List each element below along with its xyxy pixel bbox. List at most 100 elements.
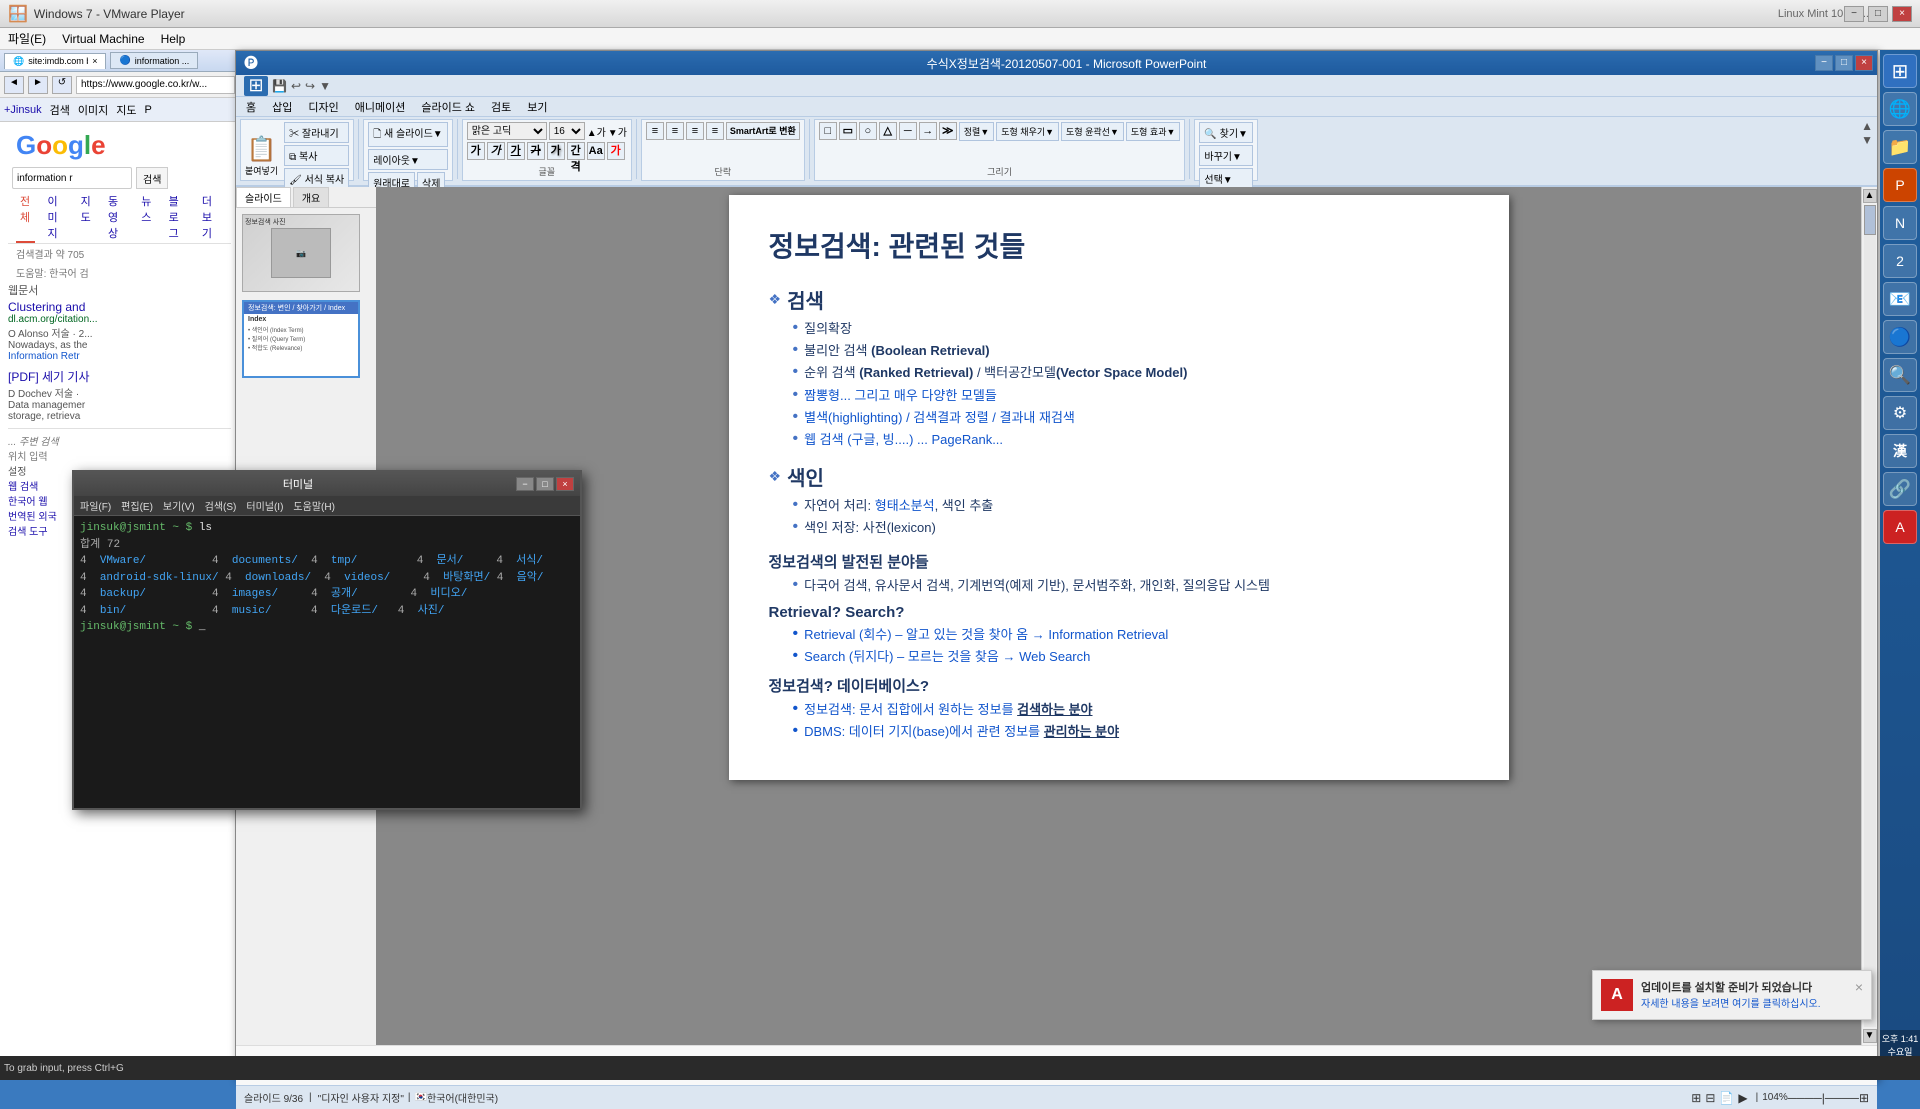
taskbar-search-icon[interactable]: 🔍 [1883,358,1917,392]
term-menu-file[interactable]: 파일(F) [80,498,111,513]
slides-tab[interactable]: 슬라이드 [236,187,291,207]
taskbar-n-icon[interactable]: N [1883,206,1917,240]
term-menu-view[interactable]: 보기(V) [163,498,195,513]
spacing-button[interactable]: 간격 [567,142,585,160]
scrollbar-down[interactable]: ▼ [1863,1029,1877,1043]
taskbar-acrobat[interactable]: A [1883,510,1917,544]
vmware-menu-file[interactable]: 파일(E) [8,30,46,47]
ppt-maximize-button[interactable]: □ [1835,55,1853,71]
align-left[interactable]: ≡ [646,122,664,140]
url-input[interactable] [76,76,235,94]
menu-design[interactable]: 디자인 [306,99,340,115]
sidebar-location[interactable]: 위치 입력 [8,448,231,463]
arrow[interactable]: → [919,122,937,140]
shape-effect-button[interactable]: 도형 효과▼ [1126,122,1181,141]
taskbar-2-icon[interactable]: 2 [1883,244,1917,278]
slideshow-btn[interactable]: ▶ [1738,1091,1747,1105]
vmware-minimize-button[interactable]: − [1844,6,1864,22]
line[interactable]: ─ [899,122,917,140]
case-button[interactable]: Aa [587,142,605,160]
qat-dropdown[interactable]: ▼ [319,79,331,93]
adobe-subtitle[interactable]: 자세한 내용을 보려면 여기를 클릭하십시오. [1641,995,1847,1010]
nav-news[interactable]: 뉴스 [137,191,156,243]
new-slide-button[interactable]: 🗋 새 슬라이드▼ [368,122,448,147]
ribbon-scroll-up[interactable]: ▲ [1861,119,1873,133]
bookmark-search[interactable]: 검색 [50,102,70,118]
oval[interactable]: ○ [859,122,877,140]
bold-button[interactable]: 가 [467,142,485,160]
font-family-select[interactable]: 맑은 고딕 [467,122,547,140]
sidebar-nearby[interactable]: ... 주변 검색 [8,433,231,448]
strikethrough-button[interactable]: 가 [527,142,545,160]
ppt-close-button[interactable]: × [1855,55,1873,71]
menu-slideshow[interactable]: 슬라이드 쇼 [419,99,477,115]
taskbar-ie-icon[interactable]: 🌐 [1883,92,1917,126]
result-1-title[interactable]: Clustering and [8,300,231,314]
shrink-font[interactable]: ▼가 [608,124,627,139]
scrollbar-up[interactable]: ▲ [1863,189,1877,203]
menu-review[interactable]: 검토 [489,99,513,115]
terminal-maximize-btn[interactable]: □ [536,477,554,491]
taskbar-start-icon[interactable]: ⊞ [1883,54,1917,88]
rounded-rect[interactable]: ▭ [839,122,857,140]
cut-button[interactable]: ✂ 잘라내기 [284,122,349,143]
bookmark-map[interactable]: 지도 [116,102,136,118]
term-menu-help[interactable]: 도움말(H) [293,498,334,513]
term-menu-search[interactable]: 검색(S) [205,498,237,513]
shape-fill-button[interactable]: 도형 채우기▼ [996,122,1059,141]
ribbon-scroll-down[interactable]: ▼ [1861,133,1873,147]
qat-undo[interactable]: ↩ [291,79,301,93]
taskbar-folder-icon[interactable]: 📁 [1883,130,1917,164]
replace-button[interactable]: 바꾸기▼ [1199,145,1253,166]
adobe-close-button[interactable]: × [1855,979,1863,995]
refresh-button[interactable]: ↺ [52,76,72,94]
slide-sorter-btn[interactable]: ⊟ [1705,1091,1715,1105]
triangle[interactable]: △ [879,122,897,140]
slide-thumb-6[interactable]: 6 정보검색: 변인 / 찾아가기 / Index Index • 색인어 (I… [242,300,370,378]
zoom-slider[interactable]: ────|──── [1788,1091,1859,1105]
vmware-menu-help[interactable]: Help [161,32,186,46]
taskbar-extra-1[interactable]: 漢 [1883,434,1917,468]
taskbar-ppt-icon[interactable]: P [1883,168,1917,202]
shape-outline-button[interactable]: 도형 윤곽선▼ [1061,122,1124,141]
menu-insert[interactable]: 삽입 [270,99,294,115]
paste-button[interactable]: 📋 [247,135,277,164]
term-menu-edit[interactable]: 편집(E) [121,498,153,513]
google-search-input[interactable] [12,167,132,189]
nav-more[interactable]: 더보기 [198,191,223,243]
nav-video[interactable]: 동영상 [104,191,129,243]
forward-button[interactable]: ► [28,76,48,94]
reading-view-btn[interactable]: 📄 [1719,1091,1734,1105]
taskbar-chrome-icon[interactable]: 🔵 [1883,320,1917,354]
qat-redo[interactable]: ↪ [305,79,315,93]
find-button[interactable]: 🔍 찾기▼ [1199,122,1253,143]
align-right[interactable]: ≡ [686,122,704,140]
smartart-button[interactable]: SmartArt로 변환 [726,122,800,140]
terminal-minimize-btn[interactable]: − [516,477,534,491]
scrollbar-thumb[interactable] [1864,205,1876,235]
bookmark-p[interactable]: P [144,104,151,116]
vmware-maximize-button[interactable]: □ [1868,6,1888,22]
taskbar-settings-icon[interactable]: ⚙ [1883,396,1917,430]
grow-font[interactable]: ▲가 [587,124,606,139]
vmware-close-button[interactable]: × [1892,6,1912,22]
fit-window-btn[interactable]: ⊞ [1859,1091,1869,1105]
nav-map[interactable]: 지도 [77,191,96,243]
align-center[interactable]: ≡ [666,122,684,140]
nav-images[interactable]: 이미지 [43,191,68,243]
font-color-button[interactable]: 가 [607,142,625,160]
bookmark-jinsuk[interactable]: +Jinsuk [4,104,42,116]
browser-tab-1[interactable]: 🌐 site:imdb.com big brain - × [4,53,106,69]
qat-save[interactable]: 💾 [272,79,287,93]
nav-blog[interactable]: 블로그 [165,191,190,243]
nav-all[interactable]: 전체 [16,191,35,243]
arrange-button[interactable]: 정렬▼ [959,122,994,141]
tab1-close[interactable]: × [92,56,97,66]
vmware-menu-vm[interactable]: Virtual Machine [62,32,145,46]
result-2-title[interactable]: [PDF] 세기 기사 [8,368,231,385]
ppt-minimize-button[interactable]: − [1815,55,1833,71]
bookmark-images[interactable]: 이미지 [78,102,108,118]
office-button[interactable]: ⊞ [244,76,268,96]
layout-button[interactable]: 레이아웃▼ [368,149,448,170]
slide-canvas[interactable]: 정보검색: 관련된 것들 ❖ 검색 • 질의확장 [729,195,1509,780]
